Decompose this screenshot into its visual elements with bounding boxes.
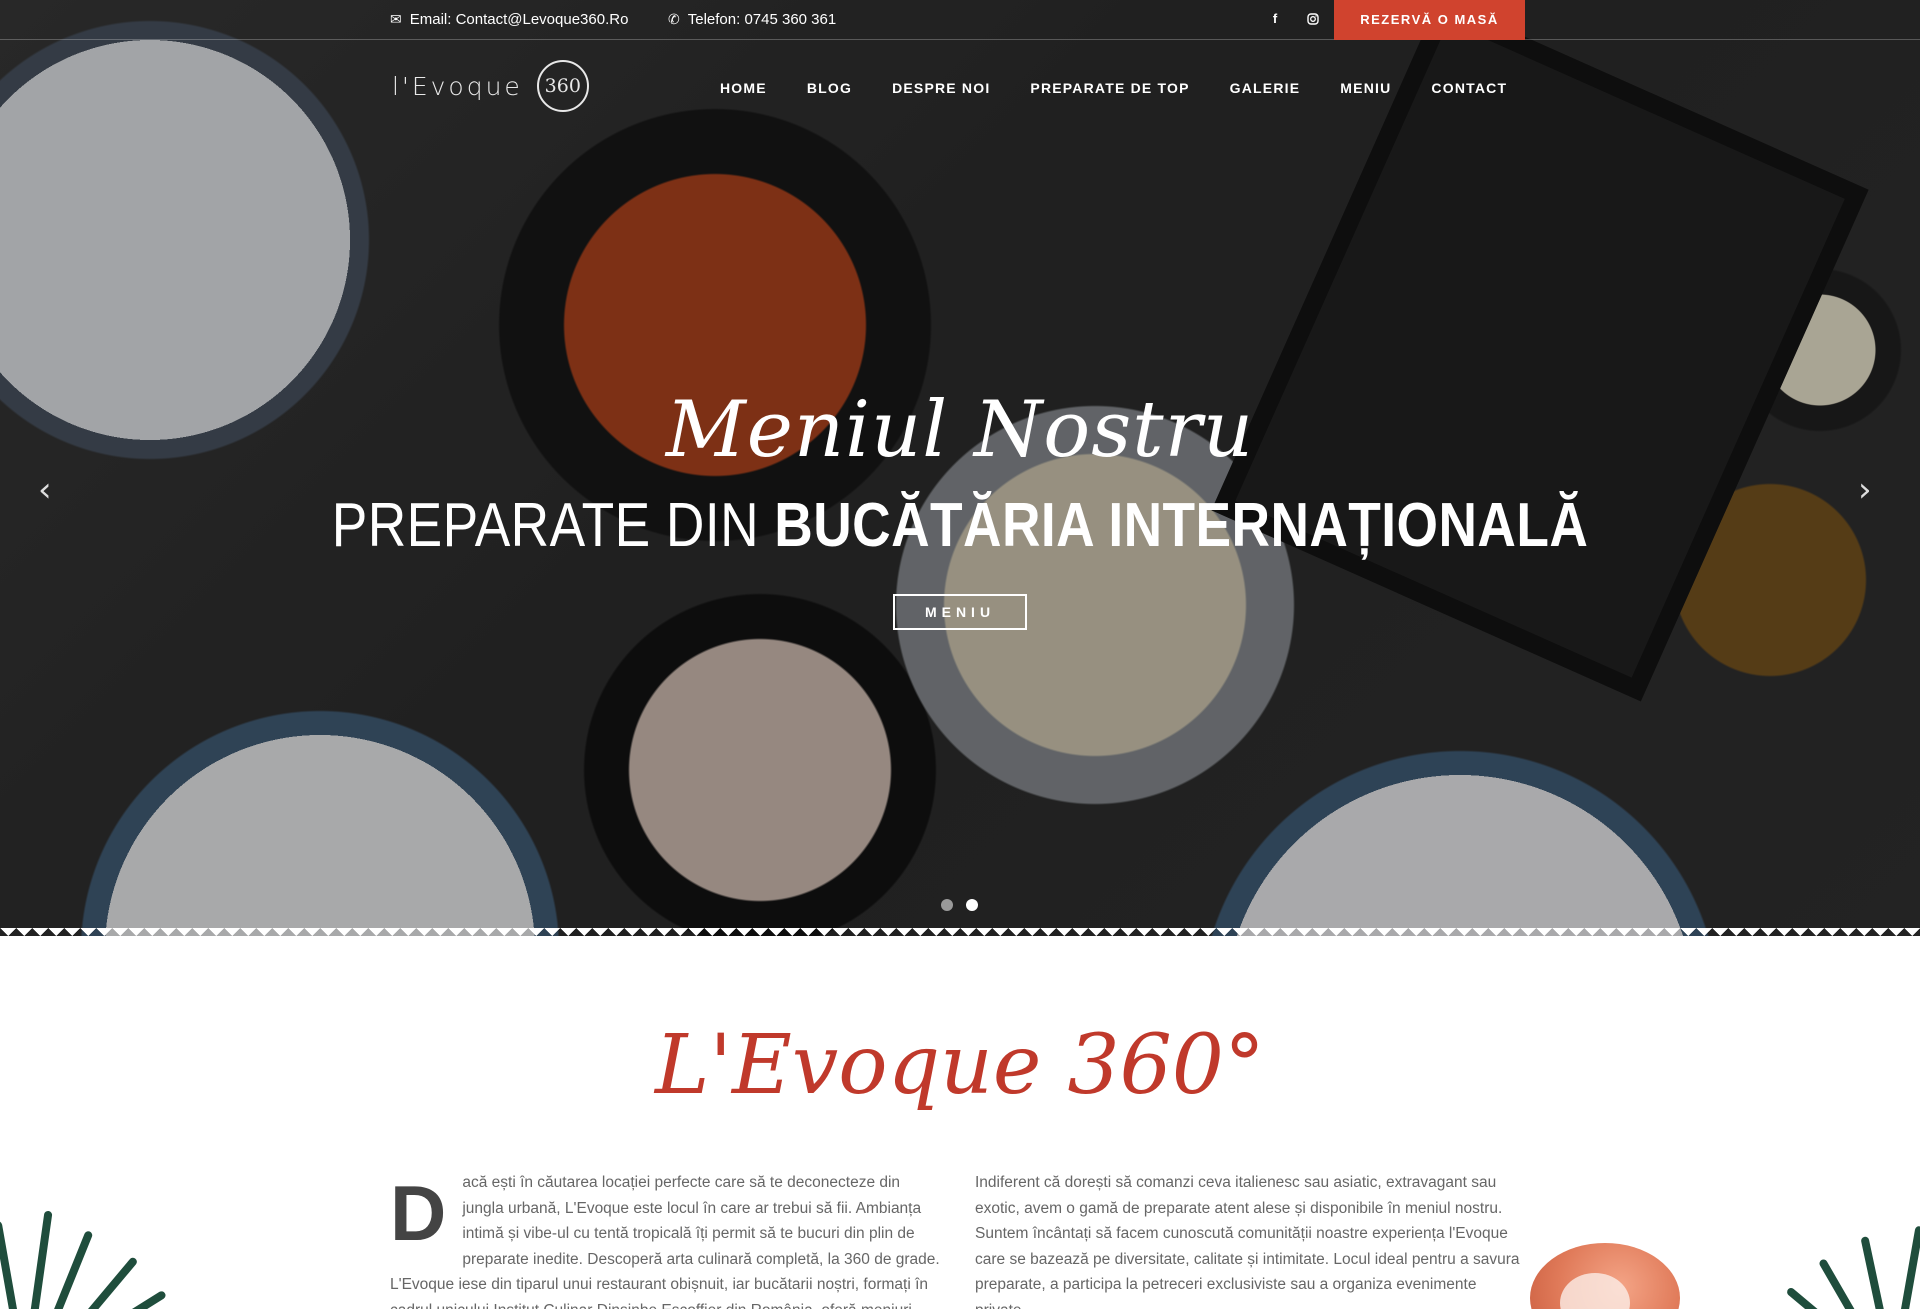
email-contact[interactable]: ✉ Email: Contact@Levoque360.Ro bbox=[390, 11, 628, 28]
nav-home[interactable]: HOME bbox=[700, 80, 787, 96]
slider-dot-2[interactable] bbox=[966, 899, 978, 911]
hero-menu-button[interactable]: MENIU bbox=[893, 594, 1027, 630]
logo-text: l'Evoque bbox=[392, 71, 523, 101]
nav-about[interactable]: DESPRE NOI bbox=[872, 80, 1010, 96]
nav-contact[interactable]: CONTACT bbox=[1411, 80, 1527, 96]
main-nav: HOME BLOG DESPRE NOI PREPARATE DE TOP GA… bbox=[700, 80, 1527, 96]
intro-title: L'Evoque 360° bbox=[655, 1018, 1265, 1113]
top-bar: ✉ Email: Contact@Levoque360.Ro ✆ Telefon… bbox=[0, 0, 1920, 40]
hero-title-light: PREPARATE DIN bbox=[331, 491, 775, 560]
intro-left-column: D acă ești în căutarea locației perfecte… bbox=[390, 1170, 940, 1309]
instagram-icon[interactable] bbox=[1303, 9, 1323, 29]
intro-right-text: Indiferent că dorești să comanzi ceva it… bbox=[975, 1174, 1520, 1309]
zigzag-divider bbox=[0, 928, 1920, 944]
drop-cap: D bbox=[390, 1169, 447, 1257]
phone-icon: ✆ bbox=[668, 11, 680, 27]
envelope-icon: ✉ bbox=[390, 11, 402, 27]
intro-right-column: Indiferent că dorești să comanzi ceva it… bbox=[975, 1170, 1525, 1309]
hero-script-heading: Meniul Nostru bbox=[665, 385, 1255, 475]
site-logo[interactable]: l'Evoque 360 bbox=[392, 60, 589, 112]
phone-text: Telefon: 0745 360 361 bbox=[687, 11, 837, 28]
nav-gallery[interactable]: GALERIE bbox=[1210, 80, 1321, 96]
email-text: Email: Contact@Levoque360.Ro bbox=[409, 11, 629, 28]
prev-slide-icon[interactable]: ‹ bbox=[38, 470, 52, 510]
nav-menu[interactable]: MENIU bbox=[1320, 80, 1411, 96]
facebook-icon[interactable]: f bbox=[1265, 9, 1285, 29]
food-tray-image bbox=[1211, 0, 1869, 702]
intro-left-text: acă ești în căutarea locației perfecte c… bbox=[390, 1174, 940, 1309]
reserve-table-button[interactable]: REZERVĂ O MASĂ bbox=[1334, 0, 1525, 40]
logo-mark: 360 bbox=[536, 60, 589, 112]
hero-title: PREPARATE DIN BUCĂTĂRIA INTERNAȚIONALĂ bbox=[134, 490, 1785, 561]
nav-blog[interactable]: BLOG bbox=[787, 80, 872, 96]
phone-contact[interactable]: ✆ Telefon: 0745 360 361 bbox=[668, 11, 836, 28]
hero-title-bold: BUCĂTĂRIA INTERNAȚIONALĂ bbox=[774, 491, 1589, 560]
flamingo-decoration bbox=[1530, 1243, 1680, 1309]
next-slide-icon[interactable]: › bbox=[1858, 470, 1872, 510]
slider-dot-1[interactable] bbox=[941, 899, 953, 911]
nav-top-dishes[interactable]: PREPARATE DE TOP bbox=[1010, 80, 1209, 96]
